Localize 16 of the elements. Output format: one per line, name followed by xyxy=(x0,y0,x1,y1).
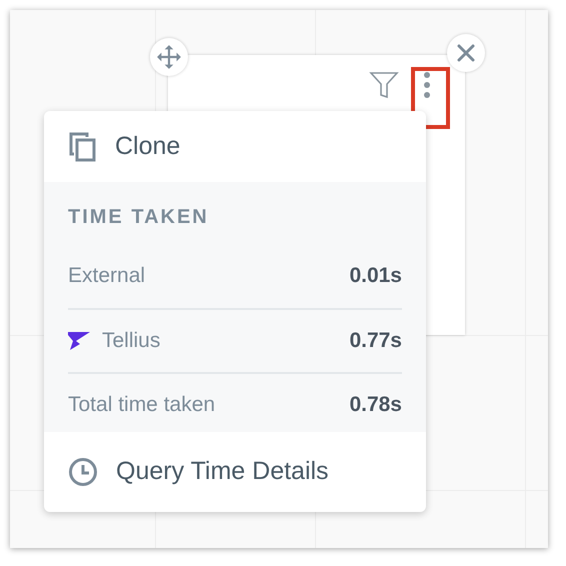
filter-icon[interactable] xyxy=(369,70,399,100)
row-label: External xyxy=(68,263,146,290)
row-label: Tellius xyxy=(102,328,160,354)
clone-menu-item[interactable]: Clone xyxy=(44,111,426,182)
move-icon xyxy=(156,44,182,70)
query-details-menu-item[interactable]: Query Time Details xyxy=(44,432,426,512)
row-label: Total time taken xyxy=(68,392,216,418)
close-icon xyxy=(457,44,475,62)
row-value: 0.01s xyxy=(349,263,402,290)
row-value: 0.78s xyxy=(349,392,402,418)
clock-icon xyxy=(68,457,98,487)
brand-logo-icon xyxy=(68,332,90,350)
copy-icon xyxy=(69,132,97,162)
section-heading: TIME TAKEN xyxy=(68,205,210,230)
row-value: 0.77s xyxy=(349,328,402,354)
more-options-icon[interactable] xyxy=(423,71,431,99)
